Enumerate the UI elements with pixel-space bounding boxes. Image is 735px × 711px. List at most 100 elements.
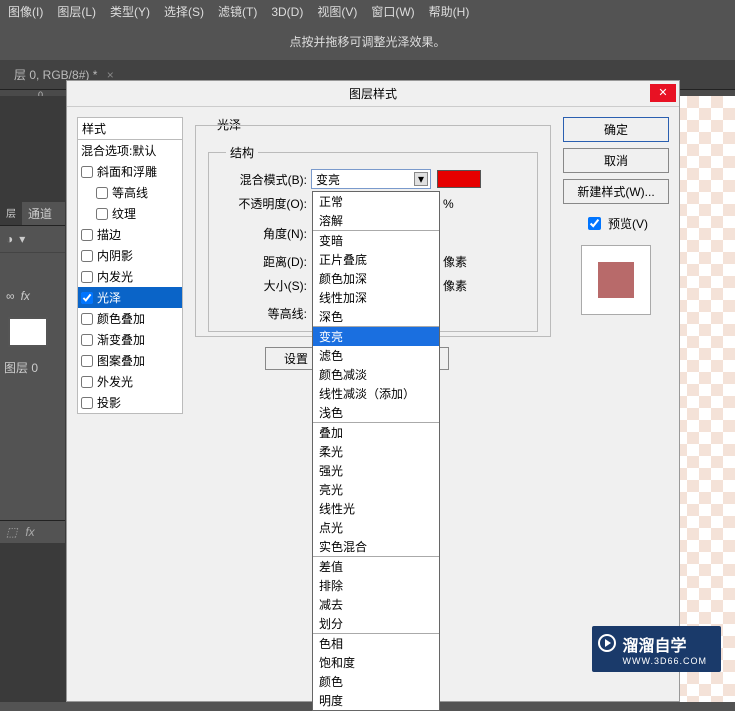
blend-option[interactable]: 划分 [313, 614, 439, 633]
check-inner-shadow[interactable] [81, 250, 93, 262]
label-drop-shadow: 投影 [97, 394, 121, 411]
preview-swatch [598, 262, 634, 298]
blend-option[interactable]: 深色 [313, 307, 439, 326]
blend-option[interactable]: 饱和度 [313, 653, 439, 672]
check-satin[interactable] [81, 292, 93, 304]
layer-style-dialog: 图层样式 ✕ 样式 混合选项:默认 斜面和浮雕 等高线 纹理 描边 内阴影 内发… [66, 80, 680, 702]
check-contour[interactable] [96, 187, 108, 199]
preview-toggle[interactable]: 预览(V) [563, 214, 669, 233]
dropdown-icon[interactable]: ▾ [19, 232, 25, 246]
check-stroke[interactable] [81, 229, 93, 241]
check-drop-shadow[interactable] [81, 397, 93, 409]
layer-thumbnail[interactable] [8, 317, 48, 347]
new-style-button[interactable]: 新建样式(W)... [563, 179, 669, 204]
menu-image[interactable]: 图像(I) [8, 3, 43, 20]
blend-option[interactable]: 正常 [313, 192, 439, 211]
menu-filter[interactable]: 滤镜(T) [218, 3, 257, 20]
fx-icon[interactable]: fx [21, 289, 30, 303]
blend-option[interactable]: 差值 [313, 557, 439, 576]
preview-label: 预览(V) [608, 215, 648, 232]
blend-option[interactable]: 明度 [313, 691, 439, 710]
layer-name[interactable]: 图层 0 [0, 355, 65, 380]
style-texture[interactable]: 纹理 [78, 203, 182, 224]
contour-label: 等高线: [213, 305, 311, 322]
link-icon[interactable]: ∞ [6, 289, 15, 303]
blend-option[interactable]: 颜色加深 [313, 269, 439, 288]
check-bevel[interactable] [81, 166, 93, 178]
panel-tab-layer[interactable]: 层 [0, 202, 22, 225]
check-gradient-overlay[interactable] [81, 334, 93, 346]
blend-mode-combo[interactable]: 变亮 ▾ [311, 169, 431, 189]
blend-option[interactable]: 亮光 [313, 480, 439, 499]
check-inner-glow[interactable] [81, 271, 93, 283]
blend-option[interactable]: 减去 [313, 595, 439, 614]
menubar: 图像(I) 图层(L) 类型(Y) 选择(S) 滤镜(T) 3D(D) 视图(V… [0, 0, 735, 23]
check-color-overlay[interactable] [81, 313, 93, 325]
blending-options[interactable]: 混合选项:默认 [78, 140, 182, 161]
blend-option[interactable]: 色相 [313, 634, 439, 653]
dialog-buttons: 确定 取消 新建样式(W)... 预览(V) [563, 117, 669, 691]
style-pattern-overlay[interactable]: 图案叠加 [78, 350, 182, 371]
style-color-overlay[interactable]: 颜色叠加 [78, 308, 182, 329]
menu-window[interactable]: 窗口(W) [371, 3, 414, 20]
panel-bottom: ⬚ fx [0, 520, 65, 543]
fx-icon[interactable]: fx [25, 525, 34, 539]
watermark: 溜溜自学 WWW.3D66.COM [592, 626, 721, 672]
style-bevel[interactable]: 斜面和浮雕 [78, 161, 182, 182]
cancel-button[interactable]: 取消 [563, 148, 669, 173]
style-stroke[interactable]: 描边 [78, 224, 182, 245]
distance-label: 距离(D): [213, 253, 311, 270]
style-inner-shadow[interactable]: 内阴影 [78, 245, 182, 266]
chevron-down-icon[interactable]: ▾ [414, 172, 428, 186]
blend-option[interactable]: 叠加 [313, 423, 439, 442]
style-satin[interactable]: 光泽 [78, 287, 182, 308]
blend-option[interactable]: 实色混合 [313, 537, 439, 556]
preview-checkbox[interactable] [588, 217, 601, 230]
menu-select[interactable]: 选择(S) [164, 3, 204, 20]
check-texture[interactable] [96, 208, 108, 220]
label-stroke: 描边 [97, 226, 121, 243]
blend-option[interactable]: 颜色减淡 [313, 365, 439, 384]
blend-option[interactable]: 浅色 [313, 403, 439, 422]
label-color-overlay: 颜色叠加 [97, 310, 145, 327]
blend-option[interactable]: 强光 [313, 461, 439, 480]
check-outer-glow[interactable] [81, 376, 93, 388]
style-outer-glow[interactable]: 外发光 [78, 371, 182, 392]
style-drop-shadow[interactable]: 投影 [78, 392, 182, 413]
menu-help[interactable]: 帮助(H) [429, 3, 470, 20]
style-inner-glow[interactable]: 内发光 [78, 266, 182, 287]
style-gradient-overlay[interactable]: 渐变叠加 [78, 329, 182, 350]
blend-option[interactable]: 溶解 [313, 211, 439, 230]
satin-settings: 光泽 结构 混合模式(B): 变亮 ▾ 不透明度(O): % [195, 117, 551, 691]
panel-tab-channel[interactable]: 通道 [22, 202, 58, 225]
layers-panel: 层 通道 ◑ ▾ ∞ fx 图层 0 ⬚ fx [0, 202, 65, 543]
blend-option[interactable]: 柔光 [313, 442, 439, 461]
blend-option[interactable]: 滤色 [313, 346, 439, 365]
blend-option[interactable]: 变亮 [313, 327, 439, 346]
blend-option[interactable]: 颜色 [313, 672, 439, 691]
blend-option[interactable]: 线性减淡（添加） [313, 384, 439, 403]
ok-button[interactable]: 确定 [563, 117, 669, 142]
color-swatch[interactable] [437, 170, 481, 188]
menu-layer[interactable]: 图层(L) [57, 3, 96, 20]
blend-mode-dropdown[interactable]: 正常溶解变暗正片叠底颜色加深线性加深深色变亮滤色颜色减淡线性减淡（添加）浅色叠加… [312, 191, 440, 711]
label-gradient-overlay: 渐变叠加 [97, 331, 145, 348]
menu-type[interactable]: 类型(Y) [110, 3, 150, 20]
size-unit: 像素 [443, 277, 467, 294]
size-label: 大小(S): [213, 277, 311, 294]
filter-icon[interactable]: ◑ [6, 232, 13, 246]
blend-mode-value: 变亮 [316, 171, 340, 188]
blend-option[interactable]: 变暗 [313, 231, 439, 250]
check-pattern-overlay[interactable] [81, 355, 93, 367]
dialog-close-button[interactable]: ✕ [650, 84, 676, 102]
blend-option[interactable]: 排除 [313, 576, 439, 595]
blend-option[interactable]: 线性加深 [313, 288, 439, 307]
style-contour[interactable]: 等高线 [78, 182, 182, 203]
menu-3d[interactable]: 3D(D) [271, 5, 303, 19]
blend-option[interactable]: 线性光 [313, 499, 439, 518]
link-icon[interactable]: ⬚ [6, 525, 17, 539]
menu-view[interactable]: 视图(V) [317, 3, 357, 20]
blend-option[interactable]: 点光 [313, 518, 439, 537]
blend-option[interactable]: 正片叠底 [313, 250, 439, 269]
styles-header[interactable]: 样式 [77, 117, 183, 140]
